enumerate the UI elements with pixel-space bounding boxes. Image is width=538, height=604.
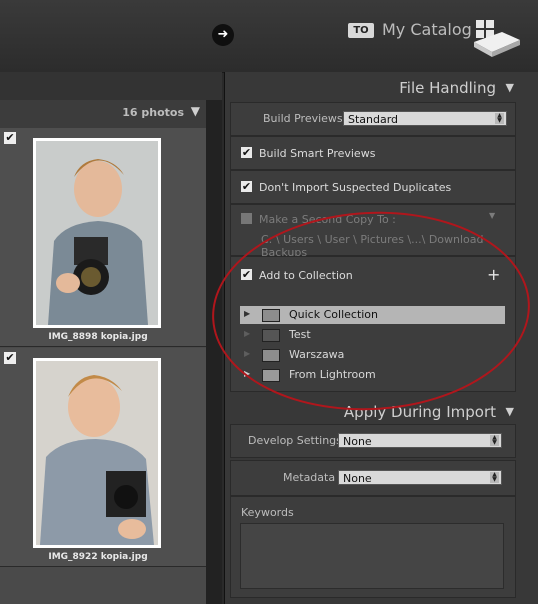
smart-previews-label: Build Smart Previews [259, 147, 376, 160]
duplicates-section: ✔ Don't Import Suspected Duplicates [230, 170, 516, 204]
photo-thumbnail[interactable] [33, 138, 161, 328]
photo-grid: ✔ IMG_8898 kopia.jpg ✔ IMG_8922 kopia.jp… [0, 128, 206, 604]
photo-cell[interactable]: ✔ IMG_8898 kopia.jpg [0, 128, 206, 347]
caret-down-icon[interactable]: ▼ [506, 81, 514, 94]
grid-header: 16 photos ▼ [0, 100, 206, 129]
photo-filename: IMG_8922 kopia.jpg [48, 552, 148, 562]
catalog-name[interactable]: My Catalog [382, 20, 472, 39]
duplicates-checkbox[interactable]: ✔ [241, 181, 252, 192]
photo-cell[interactable]: ✔ IMG_8922 kopia.jpg [0, 348, 206, 567]
boy-with-camera-image [36, 361, 158, 545]
build-previews-section: Build Previews Standard ▲ ▼ [230, 102, 516, 136]
caret-down-icon[interactable]: ▼ [191, 104, 200, 118]
spinner-icon: ▲ ▼ [490, 435, 499, 446]
include-checkbox[interactable]: ✔ [4, 352, 16, 364]
top-bar: ➜ TO My Catalog [0, 0, 538, 73]
develop-settings-select[interactable]: None ▲ ▼ [338, 433, 502, 448]
photo-filename: IMG_8898 kopia.jpg [48, 332, 148, 342]
keywords-label: Keywords [241, 506, 294, 519]
metadata-section: Metadata None ▲ ▼ [230, 460, 516, 496]
photo-count: 16 photos [122, 106, 184, 119]
smart-previews-section: ✔ Build Smart Previews [230, 136, 516, 170]
spinner-icon: ▲ ▼ [490, 472, 499, 483]
to-badge: TO [348, 23, 374, 38]
smart-previews-checkbox[interactable]: ✔ [241, 147, 252, 158]
caret-down-icon[interactable]: ▼ [489, 211, 495, 220]
build-previews-label: Build Previews [263, 112, 343, 125]
spinner-icon: ▲ ▼ [495, 113, 504, 124]
boy-with-camera-image [36, 141, 158, 325]
metadata-label: Metadata [283, 471, 336, 484]
file-handling-title: File Handling [399, 79, 496, 97]
second-copy-checkbox[interactable] [241, 213, 252, 224]
keywords-input[interactable] [240, 523, 504, 589]
build-previews-select[interactable]: Standard ▲ ▼ [343, 111, 507, 126]
photo-thumbnail[interactable] [33, 358, 161, 548]
caret-down-icon[interactable]: ▼ [506, 405, 514, 418]
metadata-select[interactable]: None ▲ ▼ [338, 470, 502, 485]
hard-drive-icon[interactable] [472, 18, 522, 58]
develop-settings-label: Develop Settings [248, 434, 342, 447]
arrow-right-icon[interactable]: ➜ [212, 24, 234, 46]
file-handling-header[interactable]: File Handling ▼ [224, 74, 524, 100]
include-checkbox[interactable]: ✔ [4, 132, 16, 144]
develop-settings-section: Develop Settings None ▲ ▼ [230, 424, 516, 458]
grid-scrollbar[interactable] [206, 100, 222, 604]
duplicates-label: Don't Import Suspected Duplicates [259, 181, 452, 194]
